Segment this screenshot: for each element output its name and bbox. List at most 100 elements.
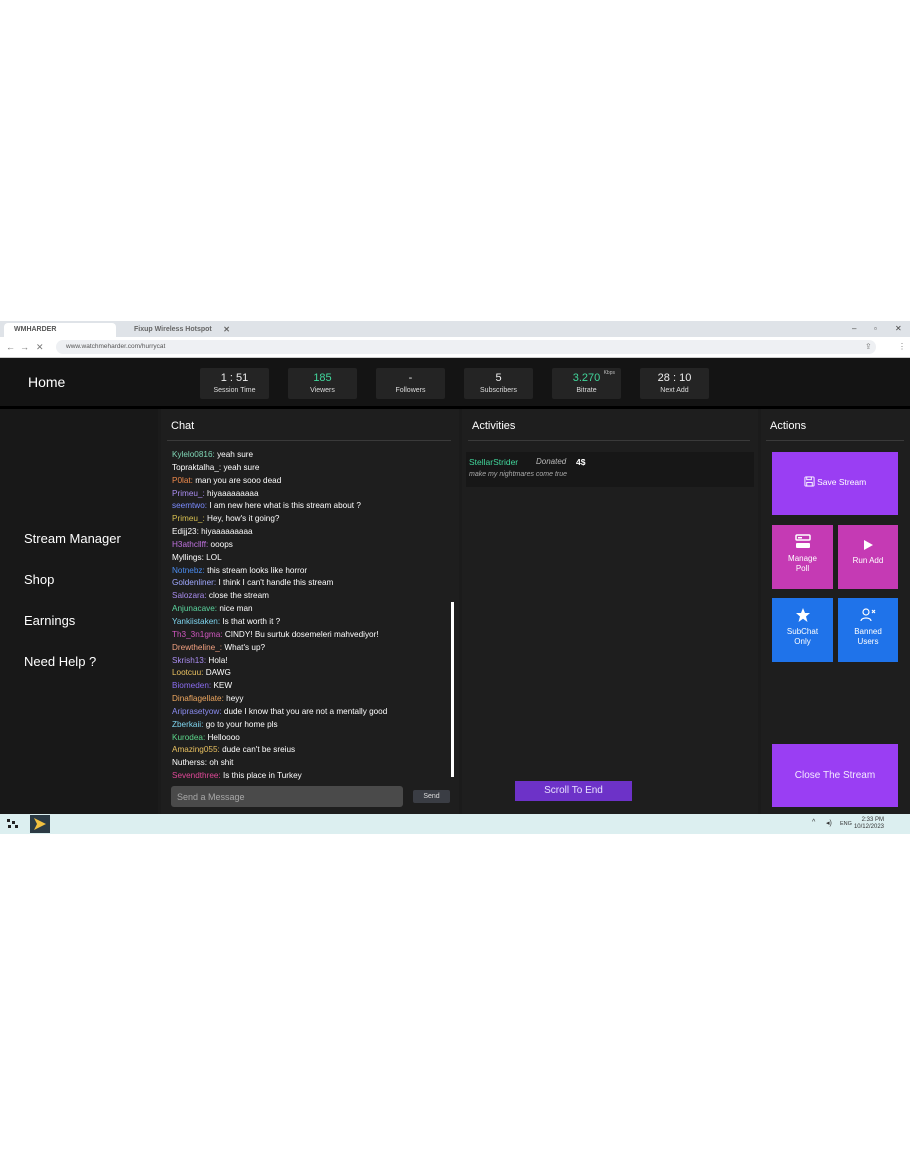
sidebar-item-stream-manager[interactable]: Stream Manager — [24, 531, 121, 546]
chat-text: KEW — [213, 681, 233, 691]
chat-message-input[interactable] — [171, 786, 403, 807]
chat-username[interactable]: Zberkaii: — [172, 720, 203, 729]
chevron-up-icon[interactable]: ^ — [812, 819, 815, 826]
taskbar: ^ ◂) ENG 2:33 PM 10/12/2023 — [0, 814, 910, 834]
sidebar-item-earnings[interactable]: Earnings — [24, 613, 75, 628]
chat-username[interactable]: Dinaflagellate: — [172, 694, 224, 703]
page-title[interactable]: Home — [28, 374, 65, 390]
start-icon[interactable] — [6, 818, 20, 830]
chat-text: CINDY! Bu surtuk dosemeleri mahvediyor! — [224, 629, 379, 639]
chat-username[interactable]: H3athcllff: — [172, 540, 208, 549]
chat-username[interactable]: Amazing055: — [172, 745, 220, 754]
chat-message: Notnebz: this stream looks like horror — [172, 565, 442, 578]
url-field[interactable]: www.watchmeharder.com/hurrycat — [56, 340, 876, 354]
chat-username[interactable]: Primeu_: — [172, 489, 205, 498]
chat-username[interactable]: Lootcuu: — [172, 668, 203, 677]
chat-message: Nutherss: oh shit — [172, 757, 442, 770]
divider — [766, 440, 904, 441]
star-icon — [795, 608, 810, 622]
poll-icon — [794, 534, 811, 548]
minimize-icon[interactable]: – — [852, 323, 856, 335]
forward-icon[interactable]: → — [20, 341, 29, 353]
chat-message: Primeu_: Hey, how's it going? — [172, 513, 442, 526]
browser-tab-active[interactable]: WMHARDER — [4, 323, 116, 337]
language-indicator[interactable]: ENG — [840, 821, 852, 827]
chat-username[interactable]: Kylelo0816: — [172, 450, 215, 459]
chat-message: Kurodea: Helloooo — [172, 732, 442, 745]
send-button[interactable]: Send — [413, 790, 450, 803]
volume-icon[interactable]: ◂) — [826, 819, 832, 827]
banned-users-button[interactable]: Banned Users — [838, 598, 898, 662]
chat-username[interactable]: Topraktalha_: — [172, 463, 221, 472]
chat-username[interactable]: Notnebz: — [172, 566, 205, 575]
stat-value: 28 : 10 — [657, 372, 692, 384]
chat-username[interactable]: Yankiistaken: — [172, 617, 220, 626]
chat-text: yeah sure — [223, 462, 260, 472]
subchat-only-button[interactable]: SubChat Only — [772, 598, 833, 662]
chat-title: Chat — [171, 420, 195, 432]
chat-username[interactable]: Ariprasetyow: — [172, 707, 222, 716]
run-add-button[interactable]: Run Add — [838, 525, 898, 589]
clock[interactable]: 2:33 PM 10/12/2023 — [854, 817, 884, 831]
chat-text: yeah sure — [217, 450, 254, 459]
chat-username[interactable]: Goldenliner: — [172, 578, 216, 587]
stat-unit: Kbps — [603, 370, 615, 376]
chat-username[interactable]: Nutherss: — [172, 758, 207, 767]
chat-username[interactable]: Edijj23: — [172, 527, 199, 536]
activity-user: StellarStrider — [469, 457, 519, 467]
close-stream-button[interactable]: Close The Stream — [772, 744, 898, 807]
chat-message: Myllings: LOL — [172, 552, 442, 565]
chat-message: Goldenliner: I think I can't handle this… — [172, 577, 442, 590]
chat-username[interactable]: Sevendthree: — [172, 771, 221, 780]
clock-date: 10/12/2023 — [853, 824, 884, 830]
chat-message: Zberkaii: go to your home pls — [172, 719, 442, 732]
chat-username[interactable]: Skrish13: — [172, 656, 206, 665]
chat-text: dude I know that you are not a mentally … — [223, 706, 388, 716]
banned-label-line2: Users — [857, 637, 879, 646]
back-icon[interactable]: ← — [6, 341, 15, 353]
stat-value: 5 — [495, 372, 502, 384]
chat-message: Th3_3n1gma: CINDY! Bu surtuk dosemeleri … — [172, 629, 442, 642]
chat-username[interactable]: Salozara: — [172, 591, 207, 600]
share-icon[interactable]: ⇪ — [865, 341, 872, 353]
run-add-label: Run Add — [852, 556, 884, 565]
chat-message: Yankiistaken: Is that worth it ? — [172, 616, 442, 629]
stop-loading-icon[interactable]: ✕ — [36, 341, 44, 353]
chat-text: hiyaaaaaaaaa — [207, 488, 259, 498]
chat-username[interactable]: Kurodea: — [172, 733, 205, 742]
stat-session-time: 1 : 51 Session Time — [200, 368, 269, 399]
chat-username[interactable]: seemtwo: — [172, 501, 207, 510]
chat-username[interactable]: Th3_3n1gma: — [172, 630, 223, 639]
chat-scrollbar[interactable] — [451, 602, 454, 777]
restore-icon[interactable]: ▫ — [874, 323, 877, 335]
chat-username[interactable]: Biomeden: — [172, 681, 211, 690]
stat-label: Subscribers — [480, 387, 517, 394]
stat-next-add: 28 : 10 Next Add — [640, 368, 709, 399]
chat-text: oh shit — [209, 758, 234, 768]
sidebar-item-shop[interactable]: Shop — [24, 572, 54, 587]
sidebar-item-need-help[interactable]: Need Help ? — [24, 654, 96, 669]
app-taskbar-icon[interactable] — [30, 815, 50, 833]
stat-label: Viewers — [310, 387, 335, 394]
chat-username[interactable]: Myllings: — [172, 553, 204, 562]
close-window-icon[interactable]: ✕ — [895, 323, 902, 335]
browser-tab[interactable]: Fixup Wireless Hotspot ✕ — [124, 323, 234, 337]
close-tab-icon[interactable]: ✕ — [223, 323, 230, 337]
scroll-to-end-button[interactable]: Scroll To End — [515, 781, 632, 801]
chat-username[interactable]: Drewtheline_: — [172, 643, 222, 652]
save-stream-button[interactable]: Save Stream — [772, 452, 898, 515]
manage-poll-button[interactable]: Manage Poll — [772, 525, 833, 589]
stat-label: Followers — [395, 387, 426, 394]
chat-message: Biomeden: KEW — [172, 680, 442, 693]
chat-text: man you are sooo dead — [195, 475, 282, 485]
chat-username[interactable]: Primeu_: — [172, 514, 205, 523]
menu-dots-icon[interactable]: ⋮ — [898, 341, 906, 353]
sidebar: Stream Manager Shop Earnings Need Help ? — [0, 409, 158, 814]
manage-poll-label-line2: Poll — [795, 564, 810, 573]
stat-viewers: 185 Viewers — [288, 368, 357, 399]
chat-username[interactable]: Anjunacave: — [172, 604, 217, 613]
chat-text: this stream looks like horror — [207, 565, 308, 575]
stat-followers: - Followers — [376, 368, 445, 399]
chat-username[interactable]: P0lat: — [172, 476, 193, 485]
actions-panel: Actions Save Stream Manage Poll Run Add … — [761, 409, 910, 814]
